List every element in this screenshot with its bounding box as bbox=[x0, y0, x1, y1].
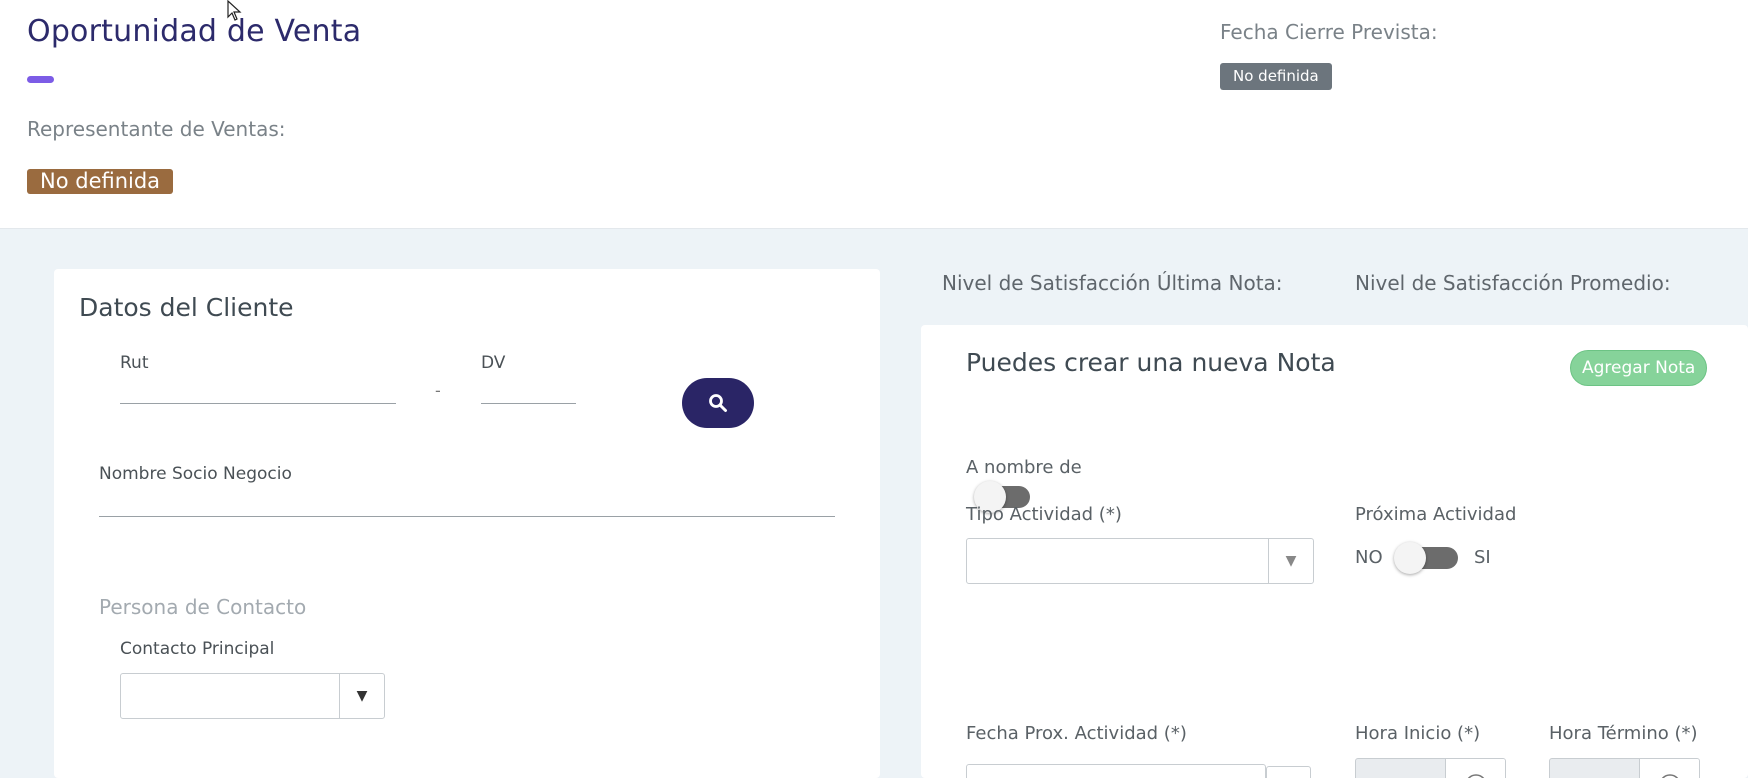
next-activity-label: Próxima Actividad bbox=[1355, 504, 1517, 525]
search-button[interactable] bbox=[682, 378, 754, 428]
end-time-label: Hora Término (*) bbox=[1549, 723, 1698, 744]
close-date-label: Fecha Cierre Prevista: bbox=[1220, 20, 1438, 44]
next-activity-toggle[interactable] bbox=[1394, 542, 1458, 574]
business-partner-label: Nombre Socio Negocio bbox=[99, 464, 292, 484]
page-title: Oportunidad de Venta bbox=[27, 14, 362, 49]
search-icon bbox=[709, 394, 727, 412]
close-date-badge: No definida bbox=[1220, 63, 1332, 90]
clock-icon[interactable] bbox=[1639, 759, 1699, 778]
client-data-card: Datos del Cliente Rut - DV Nombre Socio … bbox=[54, 269, 880, 778]
main-contact-value bbox=[121, 674, 339, 718]
new-note-card: Puedes crear una nueva Nota Agregar Nota… bbox=[921, 325, 1748, 778]
dv-label: DV bbox=[481, 353, 506, 373]
contact-section-heading: Persona de Contacto bbox=[99, 595, 307, 619]
sales-rep-badge: No definida bbox=[27, 169, 174, 194]
mouse-cursor-icon bbox=[227, 0, 242, 21]
start-time-label: Hora Inicio (*) bbox=[1355, 723, 1481, 744]
rut-separator: - bbox=[435, 381, 441, 400]
main-contact-select[interactable]: ▼ bbox=[120, 673, 385, 719]
page-header: Oportunidad de Venta Representante de Ve… bbox=[0, 0, 1748, 229]
add-note-button[interactable]: Agregar Nota bbox=[1570, 350, 1708, 386]
satisfaction-last-note-label: Nivel de Satisfacción Última Nota: bbox=[942, 271, 1283, 295]
next-activity-no-label: NO bbox=[1355, 547, 1383, 568]
business-partner-input[interactable] bbox=[99, 486, 835, 517]
sales-rep-label: Representante de Ventas: bbox=[27, 117, 286, 141]
activity-type-select[interactable]: ▼ bbox=[966, 538, 1314, 584]
title-accent-bar bbox=[27, 76, 54, 83]
next-date-input[interactable] bbox=[966, 764, 1266, 778]
client-card-title: Datos del Cliente bbox=[79, 293, 294, 322]
dv-input[interactable] bbox=[481, 374, 576, 404]
rut-label: Rut bbox=[120, 353, 149, 373]
start-time-input[interactable] bbox=[1355, 758, 1506, 778]
clock-icon[interactable] bbox=[1445, 759, 1505, 778]
end-time-input[interactable] bbox=[1549, 758, 1700, 778]
toggle-knob bbox=[1394, 542, 1426, 574]
activity-type-value bbox=[967, 539, 1268, 583]
main-contact-label: Contacto Principal bbox=[120, 639, 275, 659]
next-date-label: Fecha Prox. Actividad (*) bbox=[966, 723, 1187, 744]
rut-input[interactable] bbox=[120, 374, 396, 404]
next-activity-yes-label: SI bbox=[1474, 547, 1491, 568]
calendar-addon[interactable] bbox=[1266, 766, 1311, 778]
chevron-down-icon: ▼ bbox=[339, 674, 384, 718]
satisfaction-average-label: Nivel de Satisfacción Promedio: bbox=[1355, 271, 1671, 295]
on-behalf-label: A nombre de bbox=[966, 457, 1082, 478]
new-note-title: Puedes crear una nueva Nota bbox=[966, 348, 1336, 377]
chevron-down-icon: ▼ bbox=[1268, 539, 1313, 583]
activity-type-label: Tipo Actividad (*) bbox=[966, 504, 1122, 525]
